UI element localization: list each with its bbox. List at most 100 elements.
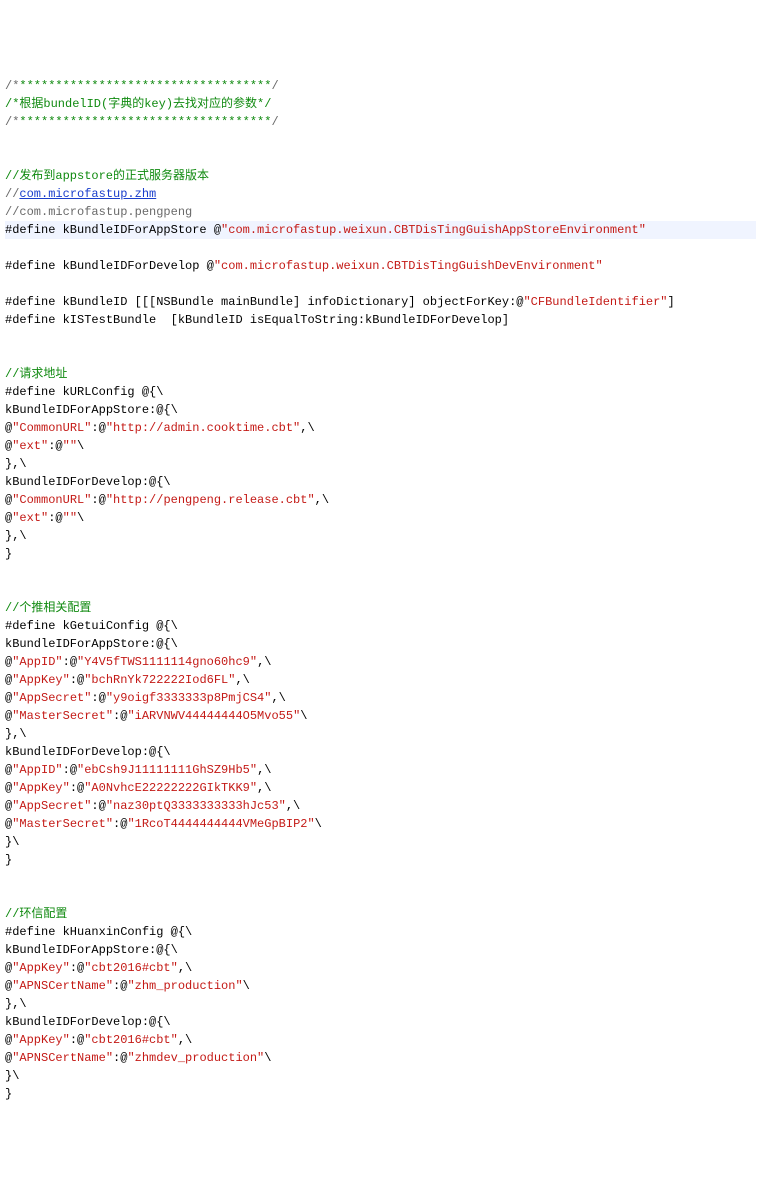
code-line [5, 131, 756, 149]
code-line: },\ [5, 995, 756, 1013]
code-line: } [5, 1085, 756, 1103]
code-segment: "APNSCertName" [12, 979, 113, 993]
code-line: }\ [5, 833, 756, 851]
code-segment: } [5, 853, 12, 867]
code-segment: "MasterSecret" [12, 709, 113, 723]
code-segment: #define kGetuiConfig @{\ [5, 619, 178, 633]
code-line: @"AppSecret":@"y9oigf3333333p8PmjCS4",\ [5, 689, 756, 707]
code-line: kBundleIDForDevelop:@{\ [5, 473, 756, 491]
code-segment: ,\ [271, 691, 285, 705]
code-line: @"AppID":@"Y4V5fTWS1111114gno60hc9",\ [5, 653, 756, 671]
code-segment: kBundleIDForAppStore:@{\ [5, 403, 178, 417]
code-segment: "http://admin.cooktime.cbt" [106, 421, 300, 435]
code-segment: "zhmdev_production" [127, 1051, 264, 1065]
code-line [5, 329, 756, 347]
code-segment: "AppID" [12, 655, 62, 669]
code-segment: ,\ [178, 961, 192, 975]
code-segment: "cbt2016#cbt" [84, 1033, 178, 1047]
code-segment: "AppKey" [12, 673, 70, 687]
code-segment: "naz30ptQ3333333333hJc53" [106, 799, 286, 813]
code-segment: #define kBundleID [[[NSBundle mainBundle… [5, 295, 523, 309]
code-line: //环信配置 [5, 905, 756, 923]
code-segment: :@ [91, 493, 105, 507]
code-segment: "zhm_production" [127, 979, 242, 993]
code-segment: "AppSecret" [12, 799, 91, 813]
code-segment: "AppKey" [12, 961, 70, 975]
code-line: },\ [5, 725, 756, 743]
code-line: #define kBundleIDForDevelop @"com.microf… [5, 257, 756, 275]
code-segment: "ebCsh9J11111111GhSZ9Hb5" [77, 763, 257, 777]
code-segment: / [271, 115, 278, 129]
code-segment: :@ [91, 799, 105, 813]
code-line: /************************************/ [5, 113, 756, 131]
code-line [5, 563, 756, 581]
code-segment: "CFBundleIdentifier" [523, 295, 667, 309]
code-segment: "y9oigf3333333p8PmjCS4" [106, 691, 272, 705]
code-segment: },\ [5, 457, 27, 471]
code-segment: "AppKey" [12, 1033, 70, 1047]
code-segment: #define kURLConfig @{\ [5, 385, 163, 399]
code-segment: :@ [70, 1033, 84, 1047]
code-segment: kBundleIDForAppStore:@{\ [5, 943, 178, 957]
code-line: kBundleIDForAppStore:@{\ [5, 635, 756, 653]
code-segment: @ [5, 961, 12, 975]
code-line: },\ [5, 527, 756, 545]
code-segment: :@ [113, 1051, 127, 1065]
code-segment: ] [668, 295, 675, 309]
code-segment: :@ [91, 421, 105, 435]
code-line: #define kURLConfig @{\ [5, 383, 756, 401]
code-segment: @ [5, 781, 12, 795]
code-segment: ,\ [257, 655, 271, 669]
code-line: }\ [5, 1067, 756, 1085]
code-segment: :@ [48, 511, 62, 525]
code-segment: //发布到appstore的正式服务器版本 [5, 169, 209, 183]
code-line: #define kBundleIDForAppStore @"com.micro… [5, 221, 756, 239]
code-segment: "http://pengpeng.release.cbt" [106, 493, 315, 507]
code-line: kBundleIDForDevelop:@{\ [5, 743, 756, 761]
code-line [5, 275, 756, 293]
code-line [5, 149, 756, 167]
code-segment: ,\ [235, 673, 249, 687]
code-line: #define kBundleID [[[NSBundle mainBundle… [5, 293, 756, 311]
code-segment: kBundleIDForDevelop:@{\ [5, 745, 171, 759]
code-segment: @ [5, 763, 12, 777]
code-line [5, 869, 756, 887]
code-segment: \ [264, 1051, 271, 1065]
code-segment: kBundleIDForDevelop:@{\ [5, 475, 171, 489]
code-segment: :@ [70, 673, 84, 687]
code-segment: "A0NvhcE22222222GIkTKK9" [84, 781, 257, 795]
code-segment: /* [5, 79, 19, 93]
code-segment: :@ [91, 691, 105, 705]
code-segment: ,\ [300, 421, 314, 435]
code-segment: //com.microfastup.pengpeng [5, 205, 192, 219]
code-segment: :@ [63, 763, 77, 777]
code-segment: :@ [113, 709, 127, 723]
code-line: #define kHuanxinConfig @{\ [5, 923, 756, 941]
code-line: kBundleIDForAppStore:@{\ [5, 941, 756, 959]
code-segment: "iARVNWV44444444O5Mvo55" [127, 709, 300, 723]
code-segment: ,\ [257, 781, 271, 795]
code-line: } [5, 545, 756, 563]
code-segment: },\ [5, 529, 27, 543]
code-segment: *********************************** [19, 79, 271, 93]
code-segment: \ [77, 511, 84, 525]
code-segment: / [271, 79, 278, 93]
code-segment: @ [5, 799, 12, 813]
code-line: #define kISTestBundle [kBundleID isEqual… [5, 311, 756, 329]
code-line: //com.microfastup.pengpeng [5, 203, 756, 221]
code-line: kBundleIDForAppStore:@{\ [5, 401, 756, 419]
code-segment: //环信配置 [5, 907, 67, 921]
code-segment: :@ [70, 961, 84, 975]
code-line: @"AppKey":@"cbt2016#cbt",\ [5, 1031, 756, 1049]
code-segment: :@ [70, 781, 84, 795]
code-segment: "Y4V5fTWS1111114gno60hc9" [77, 655, 257, 669]
code-segment: /*根据bundelID(字典的key)去找对应的参数*/ [5, 97, 271, 111]
code-segment: \ [77, 439, 84, 453]
code-segment: #define kHuanxinConfig @{\ [5, 925, 192, 939]
code-segment: \ [243, 979, 250, 993]
code-segment: } [5, 1087, 12, 1101]
code-segment: #define kBundleIDForAppStore @ [5, 223, 221, 237]
code-segment: :@ [63, 655, 77, 669]
code-line: @"ext":@""\ [5, 509, 756, 527]
code-line: },\ [5, 455, 756, 473]
